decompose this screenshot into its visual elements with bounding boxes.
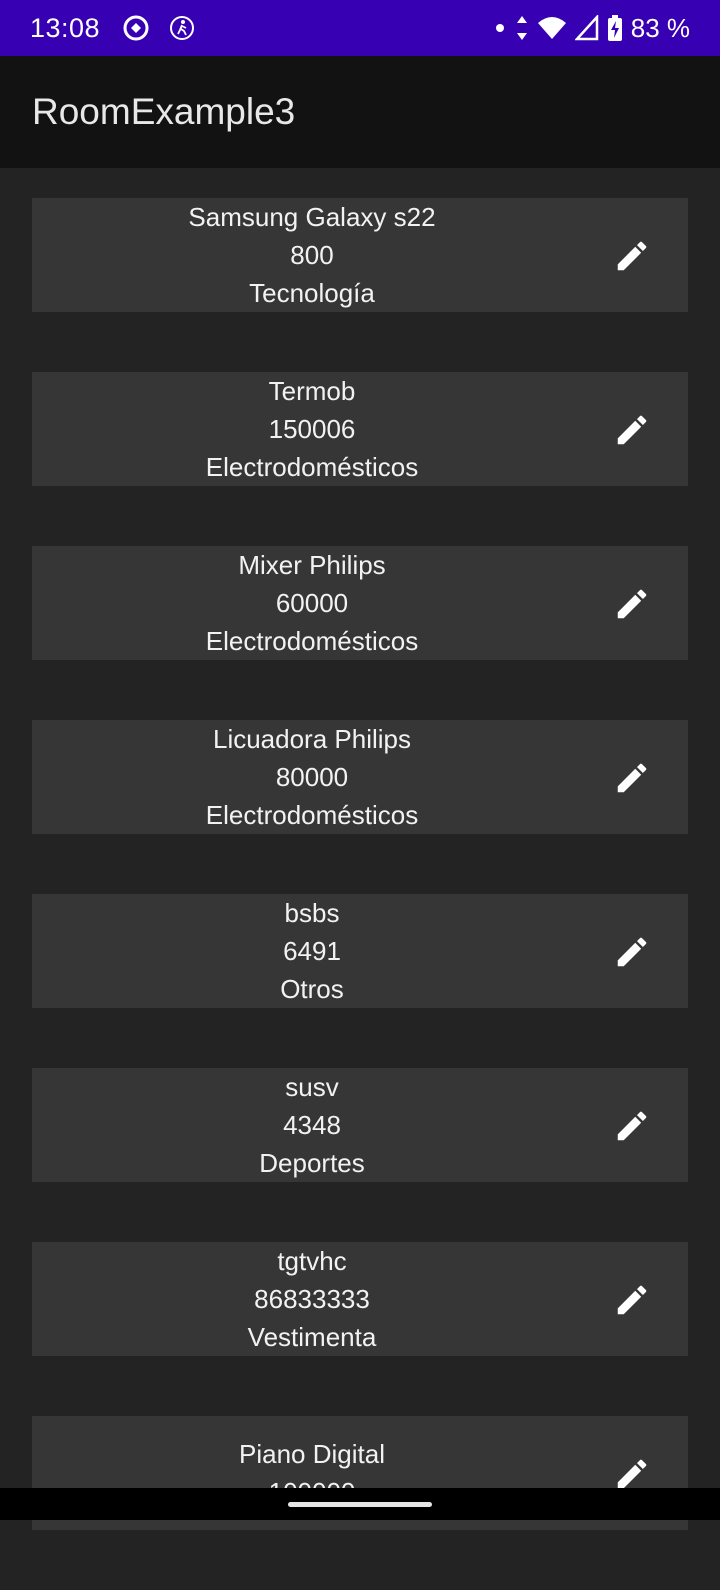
product-price: 86833333 (254, 1284, 370, 1314)
status-time: 13:08 (30, 12, 101, 43)
list-item[interactable]: Licuadora Philips 80000 Electrodoméstico… (32, 720, 688, 834)
cell-signal-icon (574, 15, 598, 41)
list-item[interactable]: tgtvhc 86833333 Vestimenta (32, 1242, 688, 1356)
edit-button[interactable] (612, 758, 652, 798)
pencil-icon (617, 937, 647, 967)
product-price: 800 (290, 240, 334, 270)
product-info: bsbs 6491 Otros (32, 894, 592, 1008)
app-bar: RoomExample3 (0, 56, 720, 168)
edit-button[interactable] (612, 236, 652, 276)
battery-percentage: 83 % (630, 12, 690, 43)
edit-button[interactable] (612, 1106, 652, 1146)
list-item[interactable]: Samsung Galaxy s22 800 Tecnología (32, 198, 688, 312)
pencil-icon (617, 589, 647, 619)
product-category: Electrodomésticos (205, 800, 419, 830)
product-info: Samsung Galaxy s22 800 Tecnología (32, 198, 592, 312)
edit-button[interactable] (612, 932, 652, 972)
edit-button[interactable] (612, 410, 652, 450)
product-name: Termob (268, 376, 356, 406)
app-title: RoomExample3 (32, 91, 296, 132)
pencil-icon (617, 1111, 647, 1141)
product-name: bsbs (284, 898, 340, 928)
list-item[interactable]: Mixer Philips 60000 Electrodomésticos (32, 546, 688, 660)
edit-button[interactable] (612, 1280, 652, 1320)
product-category: Electrodomésticos (205, 452, 419, 482)
status-bar: 13:08 83 % (0, 0, 720, 56)
product-price: 150006 (268, 414, 356, 444)
pencil-icon (617, 1285, 647, 1315)
product-name: Licuadora Philips (212, 724, 411, 754)
list-item[interactable]: bsbs 6491 Otros (32, 894, 688, 1008)
navigation-bar (0, 1488, 720, 1520)
product-price: 6491 (283, 936, 341, 966)
product-category: Electrodomésticos (205, 626, 419, 656)
notification-dot-icon (495, 24, 504, 32)
product-name: Samsung Galaxy s22 (188, 202, 436, 232)
product-category: Otros (280, 974, 344, 1004)
pencil-icon (617, 415, 647, 445)
product-name: Mixer Philips (238, 550, 386, 580)
data-arrows-icon (516, 16, 527, 40)
product-name: tgtvhc (277, 1246, 347, 1276)
product-info: susv 4348 Deportes (32, 1068, 592, 1182)
data-saver-icon (123, 15, 149, 41)
product-category: Deportes (259, 1148, 365, 1178)
product-info: Mixer Philips 60000 Electrodomésticos (32, 546, 592, 660)
product-price: 60000 (275, 588, 349, 618)
pencil-icon (617, 763, 647, 793)
product-category: Tecnología (249, 278, 375, 308)
product-info: tgtvhc 86833333 Vestimenta (32, 1242, 592, 1356)
status-notification-icons (122, 14, 196, 42)
home-gesture-handle[interactable] (288, 1501, 432, 1507)
product-info: Licuadora Philips 80000 Electrodoméstico… (32, 720, 592, 834)
battery-charging-icon (607, 15, 622, 41)
product-name: Piano Digital (239, 1439, 385, 1469)
product-price: 80000 (275, 762, 349, 792)
edit-button[interactable] (612, 584, 652, 624)
product-list[interactable]: Samsung Galaxy s22 800 Tecnología Termob… (32, 198, 688, 1590)
wifi-icon (537, 17, 566, 39)
status-system-icons: 83 % (493, 13, 690, 44)
product-price: 4348 (283, 1110, 341, 1140)
product-info: Termob 150006 Electrodomésticos (32, 372, 592, 486)
list-item[interactable]: susv 4348 Deportes (32, 1068, 688, 1182)
product-name: susv (285, 1072, 339, 1102)
walking-icon (170, 16, 195, 40)
product-category: Vestimenta (247, 1322, 377, 1352)
pencil-icon (617, 241, 647, 271)
list-item[interactable]: Termob 150006 Electrodomésticos (32, 372, 688, 486)
